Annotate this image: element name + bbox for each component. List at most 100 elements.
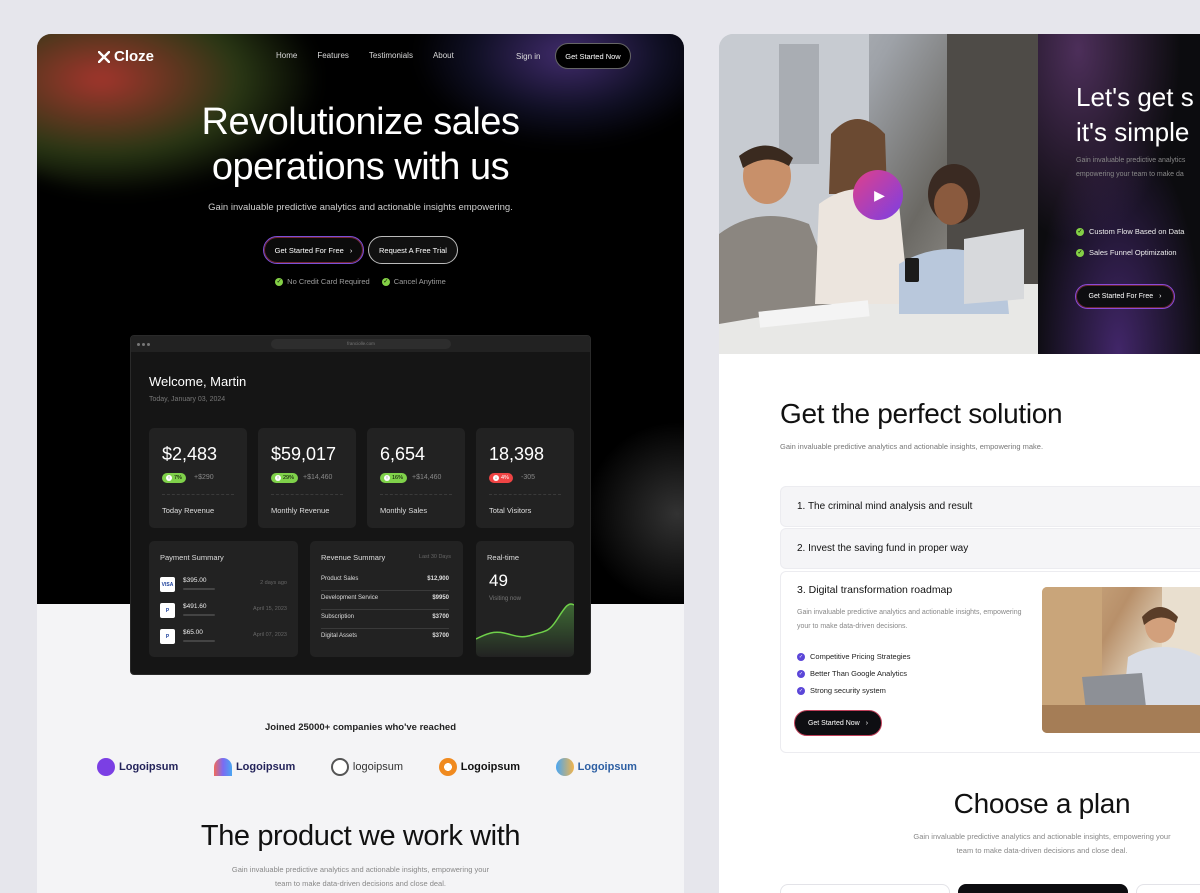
get-started-now-button-2[interactable]: Get Started Now › <box>794 710 882 736</box>
hero-subtitle: Gain invaluable predictive analytics and… <box>208 202 513 213</box>
hero-glow-side <box>577 414 684 604</box>
check-item: ✓ No Credit Card Required <box>275 277 370 286</box>
logo-text: Logoipsum <box>119 761 179 773</box>
nav-home[interactable]: Home <box>276 51 297 60</box>
stat-divider <box>162 494 234 495</box>
accordion-item-1[interactable]: 1. The criminal mind analysis and result <box>780 486 1200 527</box>
cta-panel-subtitle: Gain invaluable predictive analytics emp… <box>1076 154 1185 182</box>
logo-icon <box>97 758 115 776</box>
browser-bar: franciolle.com <box>131 336 590 352</box>
check-label: No Credit Card Required <box>287 277 370 286</box>
stat-card-monthly-revenue: $59,017 ↑ 29% +$14,460 Monthly Revenue <box>258 428 356 528</box>
plan-card-featured[interactable] <box>958 884 1128 893</box>
nav-about[interactable]: About <box>433 51 454 60</box>
revenue-label: Development Service <box>321 595 379 601</box>
payment-bar <box>183 588 215 590</box>
nav-features[interactable]: Features <box>317 51 349 60</box>
plan-card[interactable] <box>1136 884 1200 893</box>
stat-divider <box>271 494 343 495</box>
check-icon: ✓ <box>275 277 284 286</box>
payment-amount: $395.00 <box>183 577 207 584</box>
cta-panel-check-label: Custom Flow Based on Data <box>1089 227 1185 236</box>
sign-in-link[interactable]: Sign in <box>516 52 540 61</box>
arrow-up-icon: ↑ <box>166 475 172 481</box>
logo-text: logoipsum <box>352 761 404 773</box>
stat-trend-label: 7% <box>174 475 182 481</box>
payment-bar <box>183 640 215 642</box>
welcome-title: Welcome, Martin <box>149 374 247 389</box>
stat-label: Total Visitors <box>489 506 532 515</box>
payment-row: P $65.00 April 07, 2023 <box>160 629 287 647</box>
stat-label: Today Revenue <box>162 506 215 515</box>
panel-get-started-button[interactable]: Get Started For Free › <box>1075 284 1175 309</box>
brand-name: Cloze <box>114 48 155 65</box>
stat-trend-label: 16% <box>392 475 404 481</box>
payment-date: April 15, 2023 <box>253 606 287 612</box>
partner-logo: logoipsum <box>330 758 404 776</box>
welcome-date: Today, January 03, 2024 <box>149 396 226 403</box>
play-video-button[interactable]: ▶ <box>853 170 903 220</box>
revenue-row: Product Sales $12,900 <box>321 573 449 591</box>
stat-label: Monthly Revenue <box>271 506 330 515</box>
stat-divider <box>489 494 561 495</box>
revenue-value: $3700 <box>432 633 449 639</box>
check-icon: ✓ <box>797 652 805 661</box>
stat-value: 6,654 <box>380 444 426 464</box>
revenue-value: $9950 <box>432 595 449 601</box>
cta-panel-subtitle-line-1: Gain invaluable predictive analytics <box>1076 157 1186 164</box>
payment-amount: $65.00 <box>183 629 203 636</box>
cta-panel-title-line-1: Let's get s <box>1076 82 1194 112</box>
accordion-label: 1. The criminal mind analysis and result <box>797 501 973 512</box>
realtime-sparkline <box>476 603 574 657</box>
stat-trend-badge: ↑ 29% <box>271 473 299 483</box>
revenue-label: Product Sales <box>321 576 359 582</box>
visa-card-icon: VISA <box>160 577 175 592</box>
cta-panel-title-line-2: it's simple <box>1076 117 1190 147</box>
hero-title-line-1: Revolutionize sales <box>201 101 520 143</box>
logo-icon <box>330 758 349 776</box>
feature-label: Strong security system <box>810 686 886 695</box>
get-started-free-label: Get Started For Free <box>274 245 344 255</box>
cta-panel-check: ✓ Sales Funnel Optimization <box>1076 248 1177 257</box>
stat-trend-badge: ↑ 7% <box>162 473 186 483</box>
accordion-label: 3. Digital transformation roadmap <box>797 584 953 596</box>
stat-value: 18,398 <box>489 444 545 464</box>
landing-page-preview-right: ▶ Let's get s it's simple Gain invaluabl… <box>719 34 1200 893</box>
product-section-subtitle: Gain invaluable predictive analytics and… <box>231 865 490 888</box>
paypal-card-icon: P <box>160 629 175 644</box>
stat-trend-label: 4% <box>501 475 509 481</box>
solution-title: Get the perfect solution <box>780 398 1063 429</box>
cta-panel-check-label: Sales Funnel Optimization <box>1089 248 1177 257</box>
logo-icon <box>555 758 574 776</box>
payment-amount: $491.60 <box>183 603 207 610</box>
accordion-item-2[interactable]: 2. Invest the saving fund in proper way <box>780 528 1200 569</box>
solution-subtitle: Gain invaluable predictive analytics and… <box>780 442 1044 451</box>
hero-checks: ✓ No Credit Card Required ✓ Cancel Anyti… <box>37 277 684 286</box>
get-started-free-button[interactable]: Get Started For Free › <box>263 236 364 264</box>
cta-dark-panel: Let's get s it's simple Gain invaluable … <box>1038 34 1200 354</box>
office-photo <box>1042 587 1200 733</box>
hero-title-line-2: operations with us <box>211 146 510 188</box>
chevron-right-icon: › <box>1159 293 1162 300</box>
plan-card[interactable] <box>780 884 950 893</box>
stat-card-monthly-sales: 6,654 ↑ 16% +$14,460 Monthly Sales <box>367 428 465 528</box>
arrow-up-icon: ↑ <box>275 475 281 481</box>
brand-logo[interactable]: Cloze <box>98 48 154 65</box>
panel-title: Payment Summary <box>160 553 224 562</box>
payment-date: 2 days ago <box>260 580 287 586</box>
nav-testimonials[interactable]: Testimonials <box>369 51 413 60</box>
cta-panel-check: ✓ Custom Flow Based on Data <box>1076 227 1184 236</box>
get-started-now-button[interactable]: Get Started Now <box>555 43 631 69</box>
check-icon: ✓ <box>1076 248 1084 257</box>
product-section-title: The product we work with <box>200 820 521 852</box>
landing-page-preview-left: Cloze Home Features Testimonials About S… <box>37 34 684 893</box>
realtime-value: 49 <box>489 571 508 590</box>
check-icon: ✓ <box>381 277 390 286</box>
chevron-right-icon: › <box>865 719 869 727</box>
arrow-down-icon: ↓ <box>493 475 499 481</box>
payment-date: April 07, 2023 <box>253 632 287 638</box>
panel-period: Last 30 Days <box>418 554 451 560</box>
check-icon: ✓ <box>797 686 805 695</box>
stat-trend-badge: ↑ 16% <box>380 473 408 483</box>
request-trial-button[interactable]: Request A Free Trial <box>368 236 458 264</box>
